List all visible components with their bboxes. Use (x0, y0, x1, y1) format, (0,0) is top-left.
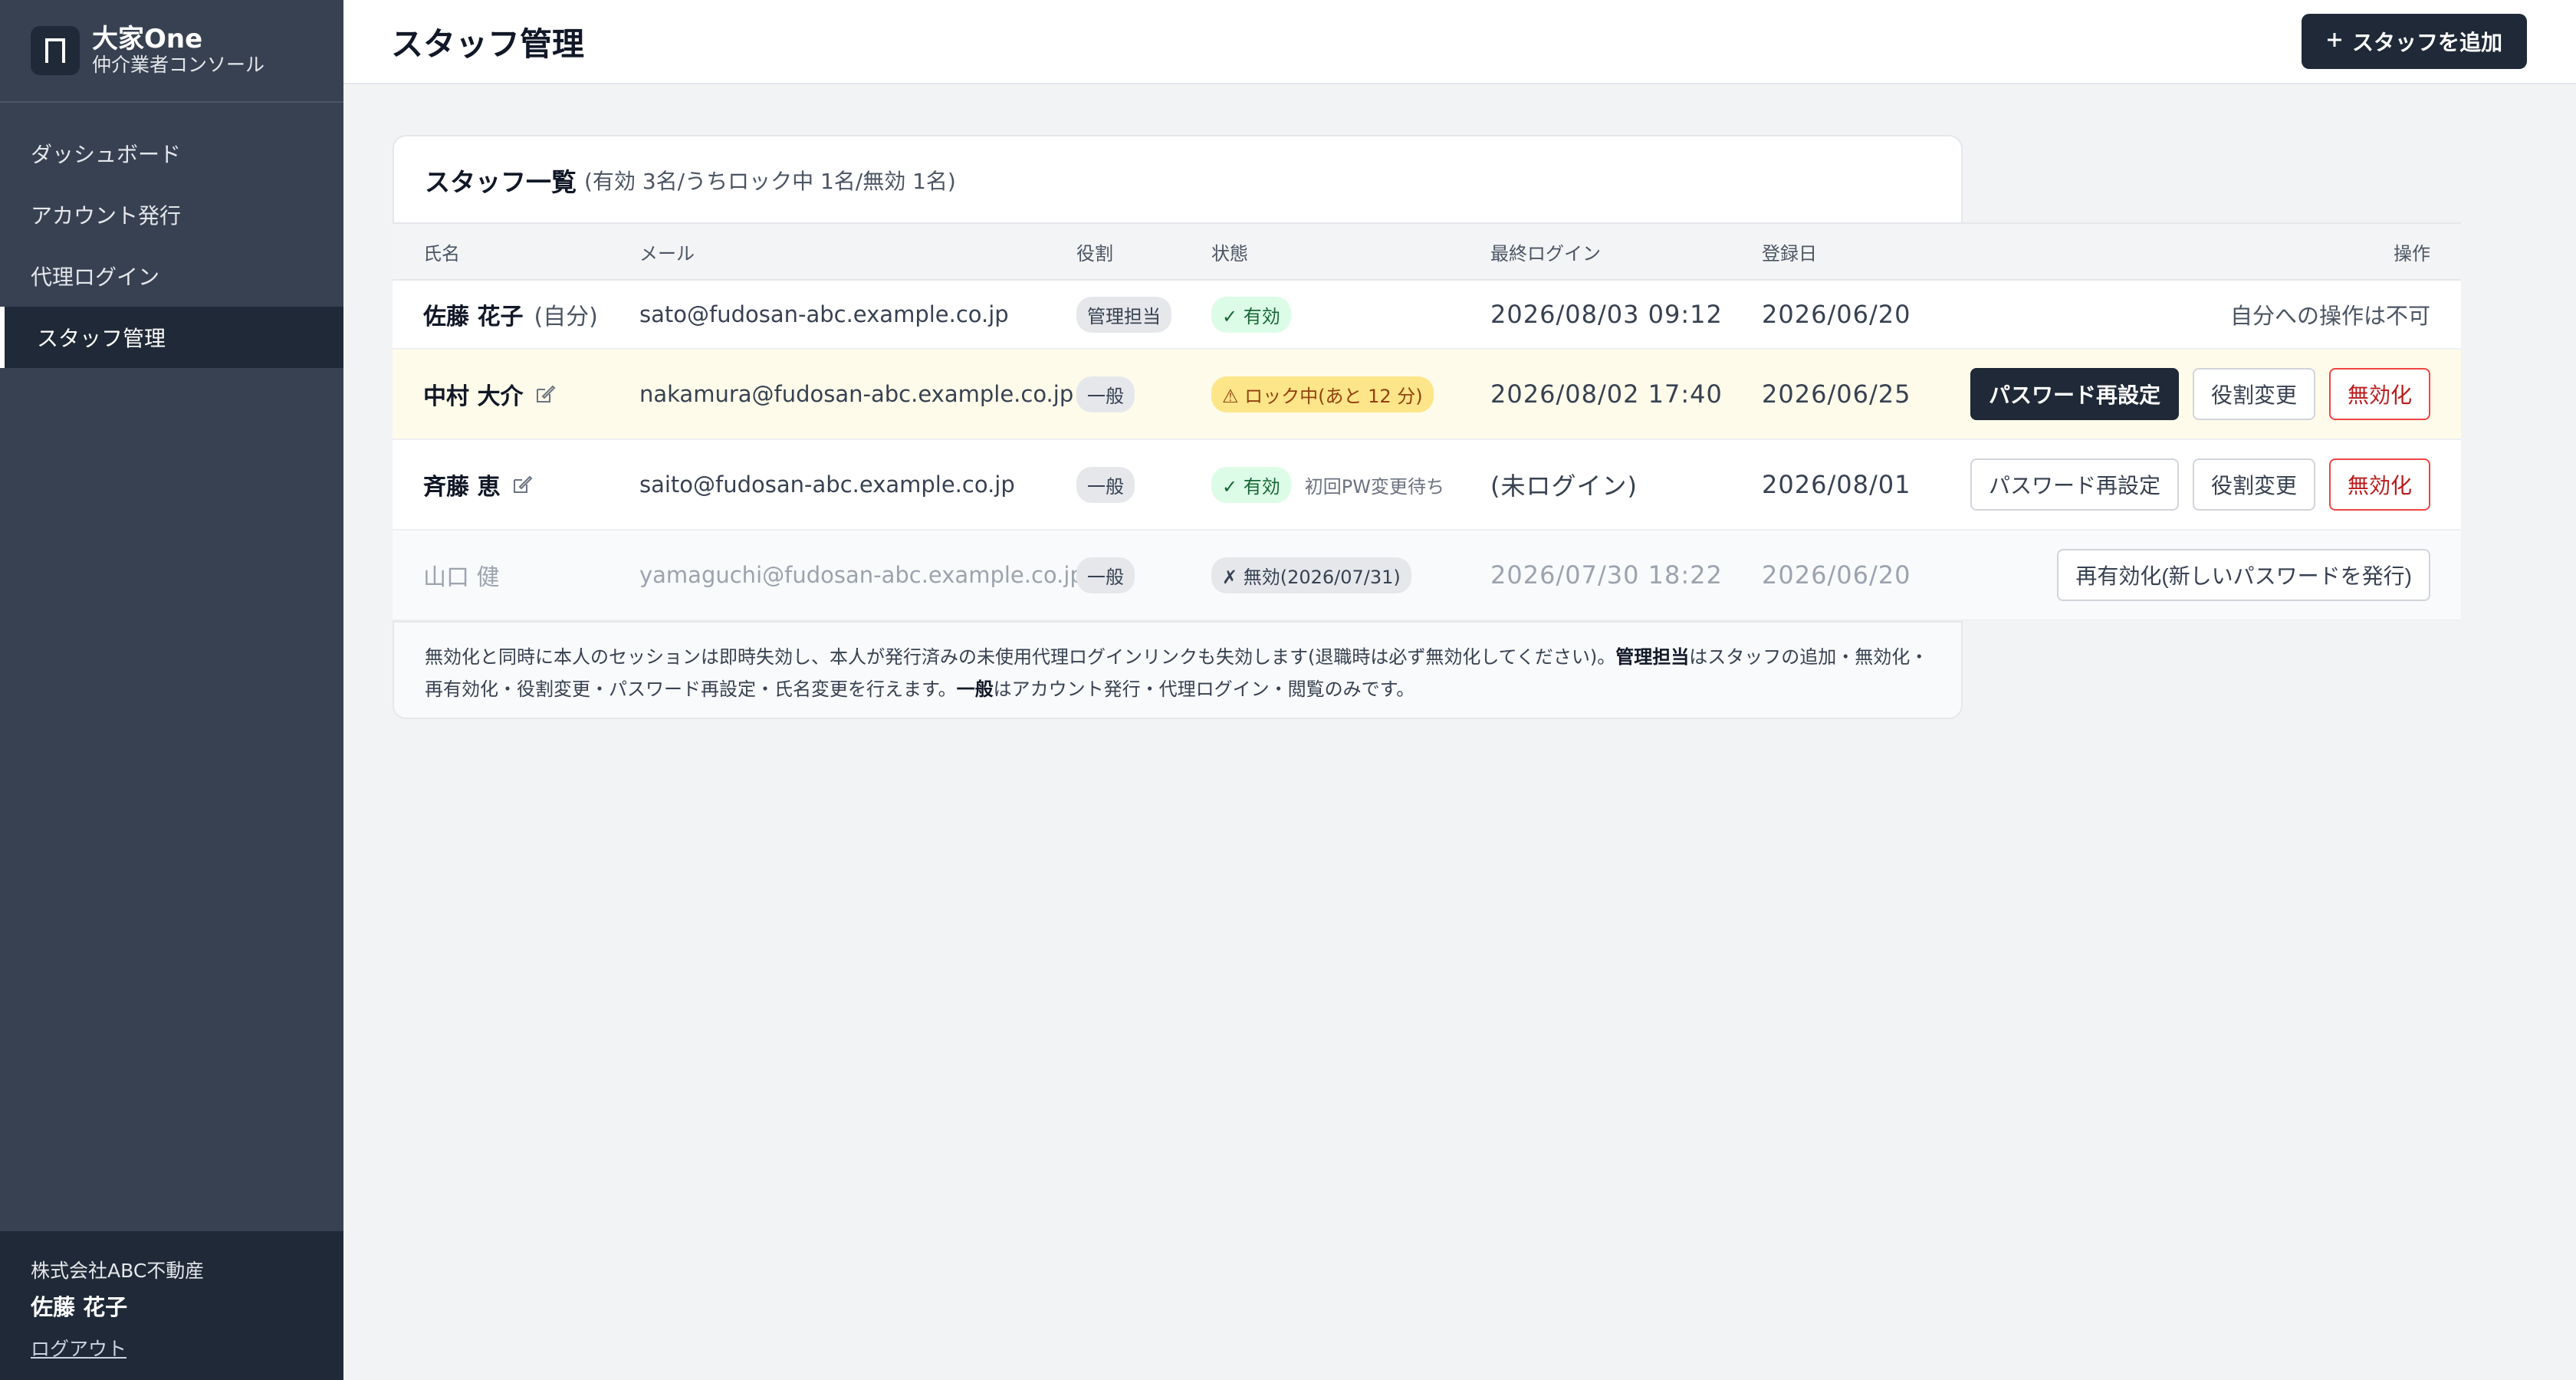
role-badge: 管理担当 (1076, 296, 1171, 333)
ops-disabled-text: 自分への操作は不可 (2229, 303, 2430, 329)
company-name: 株式会社ABC不動産 (31, 1260, 205, 1282)
status-badge: ✗ 無効(2026/07/31) (1211, 557, 1411, 593)
disable-button[interactable]: 無効化 (2328, 368, 2430, 420)
status-badge: ✓ 有効 (1211, 296, 1291, 333)
col-registered: 登録日 (1762, 242, 1817, 264)
table-row: 佐藤 花子 (自分) sato@fudosan-abc.example.co.j… (393, 281, 2461, 350)
col-name: 氏名 (423, 242, 460, 264)
staff-name: 中村 大介 (423, 377, 557, 411)
reset-password-button[interactable]: パスワード再設定 (1970, 458, 2179, 511)
sidebar-footer: 株式会社ABC不動産 佐藤 花子 ログアウト (0, 1231, 343, 1380)
plus-icon (2326, 29, 2343, 54)
note-bold-admin: 管理担当 (1615, 646, 1690, 668)
status-badge: ✓ 有効 (1211, 466, 1291, 503)
change-role-button[interactable]: 役割変更 (2192, 458, 2315, 511)
page-title: スタッフ管理 (391, 25, 585, 63)
logout-link[interactable]: ログアウト (31, 1334, 127, 1362)
edit-name-icon[interactable] (534, 383, 557, 406)
sidebar-item-proxy-login[interactable]: 代理ログイン (0, 245, 343, 307)
self-tag: (自分) (534, 304, 598, 330)
current-user-name: 佐藤 花子 (31, 1294, 128, 1320)
reactivate-button[interactable]: 再有効化(新しいパスワードを発行) (2057, 549, 2430, 601)
reset-password-button[interactable]: パスワード再設定 (1970, 368, 2179, 420)
brand: 大家One 仲介業者コンソール (0, 0, 343, 103)
registered-date: 2026/06/20 (1762, 560, 1911, 590)
role-badge: 一般 (1076, 376, 1135, 412)
table-row: 中村 大介 nakamura@fudosan-abc.example.co.jp… (393, 350, 2461, 440)
note-text-1: 無効化と同時に本人のセッションは即時失効し、本人が発行済みの未使用代理ログインリ… (425, 646, 1616, 668)
role-badge: 一般 (1076, 466, 1135, 503)
col-last-login: 最終ログイン (1490, 242, 1601, 264)
sidebar-item-account-issue[interactable]: アカウント発行 (0, 184, 343, 245)
note-text-3: はアカウント発行・代理ログイン・閲覧のみです。 (993, 678, 1415, 700)
registered-date: 2026/06/20 (1762, 300, 1911, 329)
role-badge: 一般 (1076, 557, 1135, 593)
registered-date: 2026/08/01 (1762, 470, 1911, 499)
staff-mail: sato@fudosan-abc.example.co.jp (639, 301, 1009, 327)
brand-subtitle: 仲介業者コンソール (92, 54, 265, 77)
staff-mail: saito@fudosan-abc.example.co.jp (639, 472, 1015, 498)
note-bold-general: 一般 (956, 678, 994, 700)
col-role: 役割 (1076, 242, 1113, 264)
staff-table: 氏名 メール 役割 状態 最終ログイン 登録日 操作 佐藤 花子 (自分) sa… (393, 222, 2461, 621)
sidebar-item-dashboard[interactable]: ダッシュボード (0, 123, 343, 184)
card-summary: (有効 3名/うちロック中 1名/無効 1名) (584, 169, 956, 194)
staff-name: 斉藤 恵 (423, 468, 534, 501)
table-row: 山口 健 yamaguchi@fudosan-abc.example.co.jp… (393, 531, 2461, 621)
staff-name: 佐藤 花子 (自分) (423, 297, 598, 331)
add-staff-label: スタッフを追加 (2351, 31, 2502, 54)
table-row: 斉藤 恵 saito@fudosan-abc.example.co.jp 一般 … (393, 440, 2461, 531)
staff-mail: yamaguchi@fudosan-abc.example.co.jp (639, 562, 1084, 588)
col-ops: 操作 (2394, 242, 2430, 264)
sidebar-item-staff[interactable]: スタッフ管理 (0, 307, 343, 368)
staff-name: 山口 健 (423, 564, 500, 591)
disable-button[interactable]: 無効化 (2328, 458, 2430, 511)
registered-date: 2026/06/25 (1762, 380, 1911, 409)
status-note: 初回PW変更待ち (1304, 475, 1444, 498)
staff-name-text: 中村 大介 (423, 383, 524, 410)
col-status: 状態 (1211, 242, 1248, 264)
table-header: 氏名 メール 役割 状態 最終ログイン 登録日 操作 (393, 222, 2461, 281)
last-login: (未ログイン) (1490, 472, 1638, 501)
change-role-button[interactable]: 役割変更 (2192, 368, 2315, 420)
card-title: スタッフ一覧 (425, 167, 577, 197)
sidebar-nav: ダッシュボード アカウント発行 代理ログイン スタッフ管理 (0, 123, 343, 368)
top-bar: スタッフ管理 スタッフを追加 (343, 0, 2576, 84)
logo-icon (31, 26, 80, 75)
last-login: 2026/08/03 09:12 (1490, 300, 1723, 329)
card-note: 無効化と同時に本人のセッションは即時失効し、本人が発行済みの未使用代理ログインリ… (394, 621, 1961, 718)
sidebar: 大家One 仲介業者コンソール ダッシュボード アカウント発行 代理ログイン ス… (0, 0, 343, 1380)
status-badge: ⚠ ロック中(あと 12 分) (1211, 376, 1434, 412)
staff-mail: nakamura@fudosan-abc.example.co.jp (639, 381, 1074, 407)
edit-name-icon[interactable] (511, 473, 534, 496)
last-login: 2026/08/02 17:40 (1490, 380, 1723, 409)
add-staff-button[interactable]: スタッフを追加 (2301, 14, 2527, 69)
brand-name: 大家One (92, 24, 203, 55)
staff-name-text: 佐藤 花子 (423, 304, 524, 330)
col-mail: メール (639, 242, 695, 264)
last-login: 2026/07/30 18:22 (1490, 560, 1723, 590)
card-header: スタッフ一覧 (有効 3名/うちロック中 1名/無効 1名) (394, 136, 1961, 224)
staff-name-text: 斉藤 恵 (423, 474, 501, 501)
